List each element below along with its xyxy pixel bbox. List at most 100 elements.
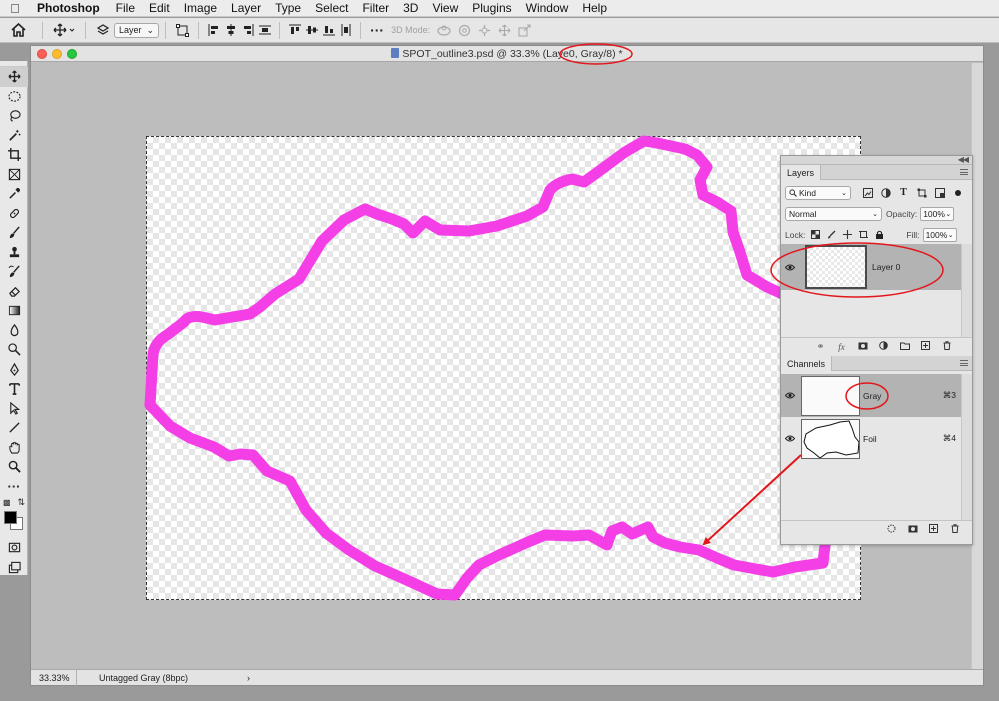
- type-tool[interactable]: [0, 379, 28, 399]
- load-channel-selection-icon[interactable]: [886, 524, 897, 535]
- filter-smart-object-icon[interactable]: [934, 187, 945, 198]
- menu-image[interactable]: Image: [177, 1, 224, 15]
- layer-row[interactable]: Layer 0: [781, 244, 962, 290]
- channels-panel-menu-icon[interactable]: [960, 360, 968, 366]
- dodge-tool[interactable]: [0, 340, 28, 360]
- filter-toggle-icon[interactable]: [952, 187, 963, 198]
- brush-tool[interactable]: [0, 223, 28, 243]
- crop-tool[interactable]: [0, 145, 28, 165]
- document-canvas[interactable]: [144, 135, 861, 601]
- menu-layer[interactable]: Layer: [224, 1, 268, 15]
- menu-type[interactable]: Type: [268, 1, 308, 15]
- lock-image-pixels-icon[interactable]: [826, 230, 836, 240]
- screen-mode-button[interactable]: [0, 558, 28, 578]
- blur-tool[interactable]: [0, 321, 28, 341]
- history-brush-tool[interactable]: [0, 262, 28, 282]
- move-tool-preset-icon[interactable]: [49, 18, 79, 43]
- add-mask-icon[interactable]: [857, 342, 868, 352]
- filter-kind-dropdown[interactable]: Kind ⌄: [785, 185, 851, 200]
- align-bottom-icon[interactable]: [320, 18, 337, 43]
- link-layers-icon[interactable]: ⚭: [815, 341, 826, 352]
- eraser-tool[interactable]: [0, 282, 28, 302]
- foreground-color-swatch[interactable]: [4, 511, 17, 524]
- frame-tool[interactable]: [0, 165, 28, 185]
- edit-toolbar-button[interactable]: ···: [0, 477, 28, 497]
- channel-visibility-eye-icon[interactable]: [781, 392, 799, 399]
- zoom-level-field[interactable]: 33.33%: [31, 669, 77, 686]
- layer-fx-icon[interactable]: fx: [836, 342, 847, 352]
- clone-stamp-tool[interactable]: [0, 243, 28, 263]
- opacity-field[interactable]: 100% ⌄: [920, 206, 955, 221]
- menu-3d[interactable]: 3D: [396, 1, 425, 15]
- menu-view[interactable]: View: [425, 1, 465, 15]
- marquee-tool[interactable]: [0, 87, 28, 107]
- align-top-icon[interactable]: [286, 18, 303, 43]
- filter-shape-icon[interactable]: [916, 187, 927, 198]
- panel-grip[interactable]: ◀◀: [781, 155, 972, 165]
- menu-plugins[interactable]: Plugins: [465, 1, 518, 15]
- filter-adjustment-icon[interactable]: [880, 187, 891, 198]
- collapse-panels-icon[interactable]: ◀◀: [958, 155, 969, 164]
- zoom-tool[interactable]: [0, 457, 28, 477]
- channel-row-foil[interactable]: Foil ⌘4: [781, 417, 962, 460]
- save-selection-channel-icon[interactable]: [907, 525, 918, 535]
- lock-artboard-icon[interactable]: [858, 230, 868, 240]
- magic-wand-tool[interactable]: [0, 126, 28, 146]
- transform-controls-icon[interactable]: [172, 18, 192, 43]
- delete-layer-trash-icon[interactable]: [941, 341, 952, 352]
- layers-panel-scrollbar[interactable]: [961, 244, 972, 337]
- line-tool[interactable]: [0, 418, 28, 438]
- gradient-tool[interactable]: [0, 301, 28, 321]
- align-right-icon[interactable]: [239, 18, 256, 43]
- layer-visibility-eye-icon[interactable]: [781, 264, 799, 271]
- auto-select-icon[interactable]: [92, 18, 114, 43]
- move-tool[interactable]: [0, 67, 28, 87]
- path-selection-tool[interactable]: [0, 399, 28, 419]
- distribute-icon[interactable]: [256, 18, 273, 43]
- apple-menu-icon[interactable]: : [0, 1, 30, 16]
- menu-file[interactable]: File: [109, 1, 142, 15]
- hand-tool[interactable]: [0, 438, 28, 458]
- lock-transparent-pixels-icon[interactable]: [810, 230, 820, 240]
- document-title-bar[interactable]: SPOT_outline3.psd @ 33.3% (Laye0, Gray/8…: [31, 46, 983, 62]
- status-bar-menu-arrow[interactable]: ›: [247, 673, 250, 683]
- healing-brush-tool[interactable]: [0, 204, 28, 224]
- pen-tool[interactable]: [0, 360, 28, 380]
- fill-field[interactable]: 100% ⌄: [922, 227, 957, 242]
- menu-select[interactable]: Select: [308, 1, 355, 15]
- new-group-folder-icon[interactable]: [899, 342, 910, 352]
- align-center-icon[interactable]: [222, 18, 239, 43]
- default-colors-icon[interactable]: ▩: [3, 498, 11, 507]
- menu-window[interactable]: Window: [519, 1, 576, 15]
- more-options-icon[interactable]: ···: [367, 18, 387, 43]
- menu-app-name[interactable]: Photoshop: [30, 1, 109, 15]
- lasso-tool[interactable]: [0, 106, 28, 126]
- menu-filter[interactable]: Filter: [355, 1, 396, 15]
- filter-type-icon[interactable]: T: [898, 187, 909, 198]
- home-icon[interactable]: [0, 18, 36, 43]
- menu-help[interactable]: Help: [575, 1, 614, 15]
- layers-panel-menu-icon[interactable]: [960, 169, 968, 175]
- new-channel-icon[interactable]: [928, 524, 939, 535]
- channel-row-gray[interactable]: Gray ⌘3: [781, 374, 962, 417]
- lock-all-icon[interactable]: [874, 230, 884, 240]
- quick-mask-button[interactable]: [0, 538, 28, 558]
- distribute-vertical-icon[interactable]: [337, 18, 354, 43]
- lock-position-icon[interactable]: [842, 230, 852, 240]
- menu-edit[interactable]: Edit: [142, 1, 177, 15]
- align-middle-icon[interactable]: [303, 18, 320, 43]
- eyedropper-tool[interactable]: [0, 184, 28, 204]
- layer-name[interactable]: Layer 0: [872, 262, 900, 272]
- channels-panel-scrollbar[interactable]: [961, 374, 972, 521]
- new-adjustment-layer-icon[interactable]: [878, 341, 889, 352]
- tab-layers[interactable]: Layers: [781, 165, 822, 180]
- align-left-icon[interactable]: [205, 18, 222, 43]
- auto-select-target-dropdown[interactable]: Layer ⌄: [114, 22, 160, 38]
- swap-colors-icon[interactable]: ⇅: [17, 497, 25, 508]
- new-layer-icon[interactable]: [920, 341, 931, 352]
- delete-channel-trash-icon[interactable]: [949, 524, 960, 535]
- blend-mode-dropdown[interactable]: Normal ⌄: [785, 206, 882, 221]
- filter-pixel-icon[interactable]: [862, 187, 873, 198]
- channel-visibility-eye-icon[interactable]: [781, 435, 799, 442]
- tab-channels[interactable]: Channels: [781, 356, 833, 371]
